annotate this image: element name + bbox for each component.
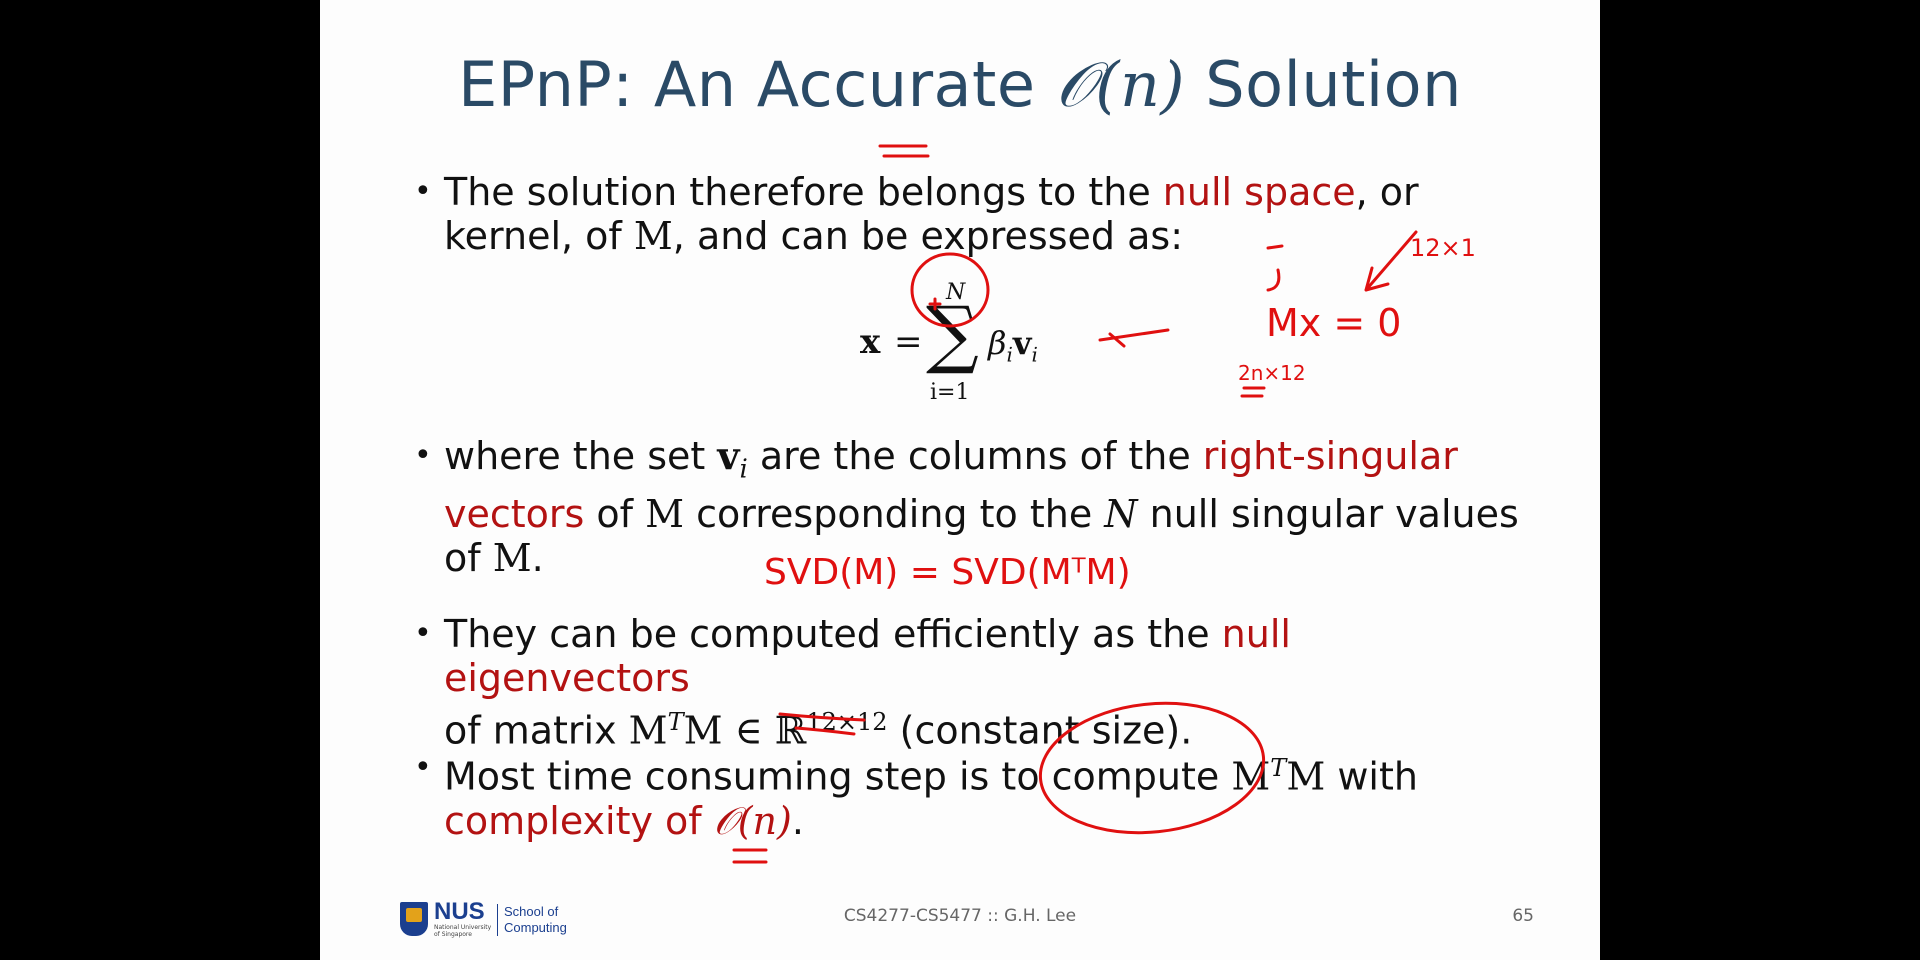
title-tail: Solution [1185,48,1462,121]
bullet-dot: • [414,174,432,209]
course-label: CS4277-CS5477 :: G.H. Lee [843,906,1077,926]
slide: EPnP: An Accurate 𝒪(n) Solution • The so… [320,0,1600,960]
slide-footer: NUS National University of Singapore Sch… [320,898,1600,940]
highlight-null-space: null space [1162,170,1356,214]
kernel-equation: x = N ∑ i=1 βivi [860,280,1038,405]
page-number: 65 [1512,906,1534,926]
slide-title: EPnP: An Accurate 𝒪(n) Solution [320,48,1600,122]
bullet-null-space: • The solution therefore belongs to the … [414,170,1419,258]
bullet-null-eigenvectors: • They can be computed efficiently as th… [414,612,1291,753]
title-math: 𝒪(n) [1055,48,1186,121]
title-text: EPnP: An Accurate [458,48,1056,121]
highlight-complexity: complexity of [444,798,714,843]
highlight-vectors: vectors [444,491,585,536]
bullet-complexity: • Most time consuming step is to compute… [414,746,1544,843]
bullet-singular-vectors: • where the set vi are the columns of th… [414,433,1519,580]
ink-tick [1266,268,1281,292]
bullet-dot: • [414,616,432,651]
ink-size-note: 2n×12 [1238,361,1306,385]
highlight-right-singular: right-singular [1202,434,1458,478]
bullet-dot: • [414,750,432,785]
bullet-dot: • [414,438,432,473]
ink-equation-note: Mx = 0 [1266,301,1401,345]
